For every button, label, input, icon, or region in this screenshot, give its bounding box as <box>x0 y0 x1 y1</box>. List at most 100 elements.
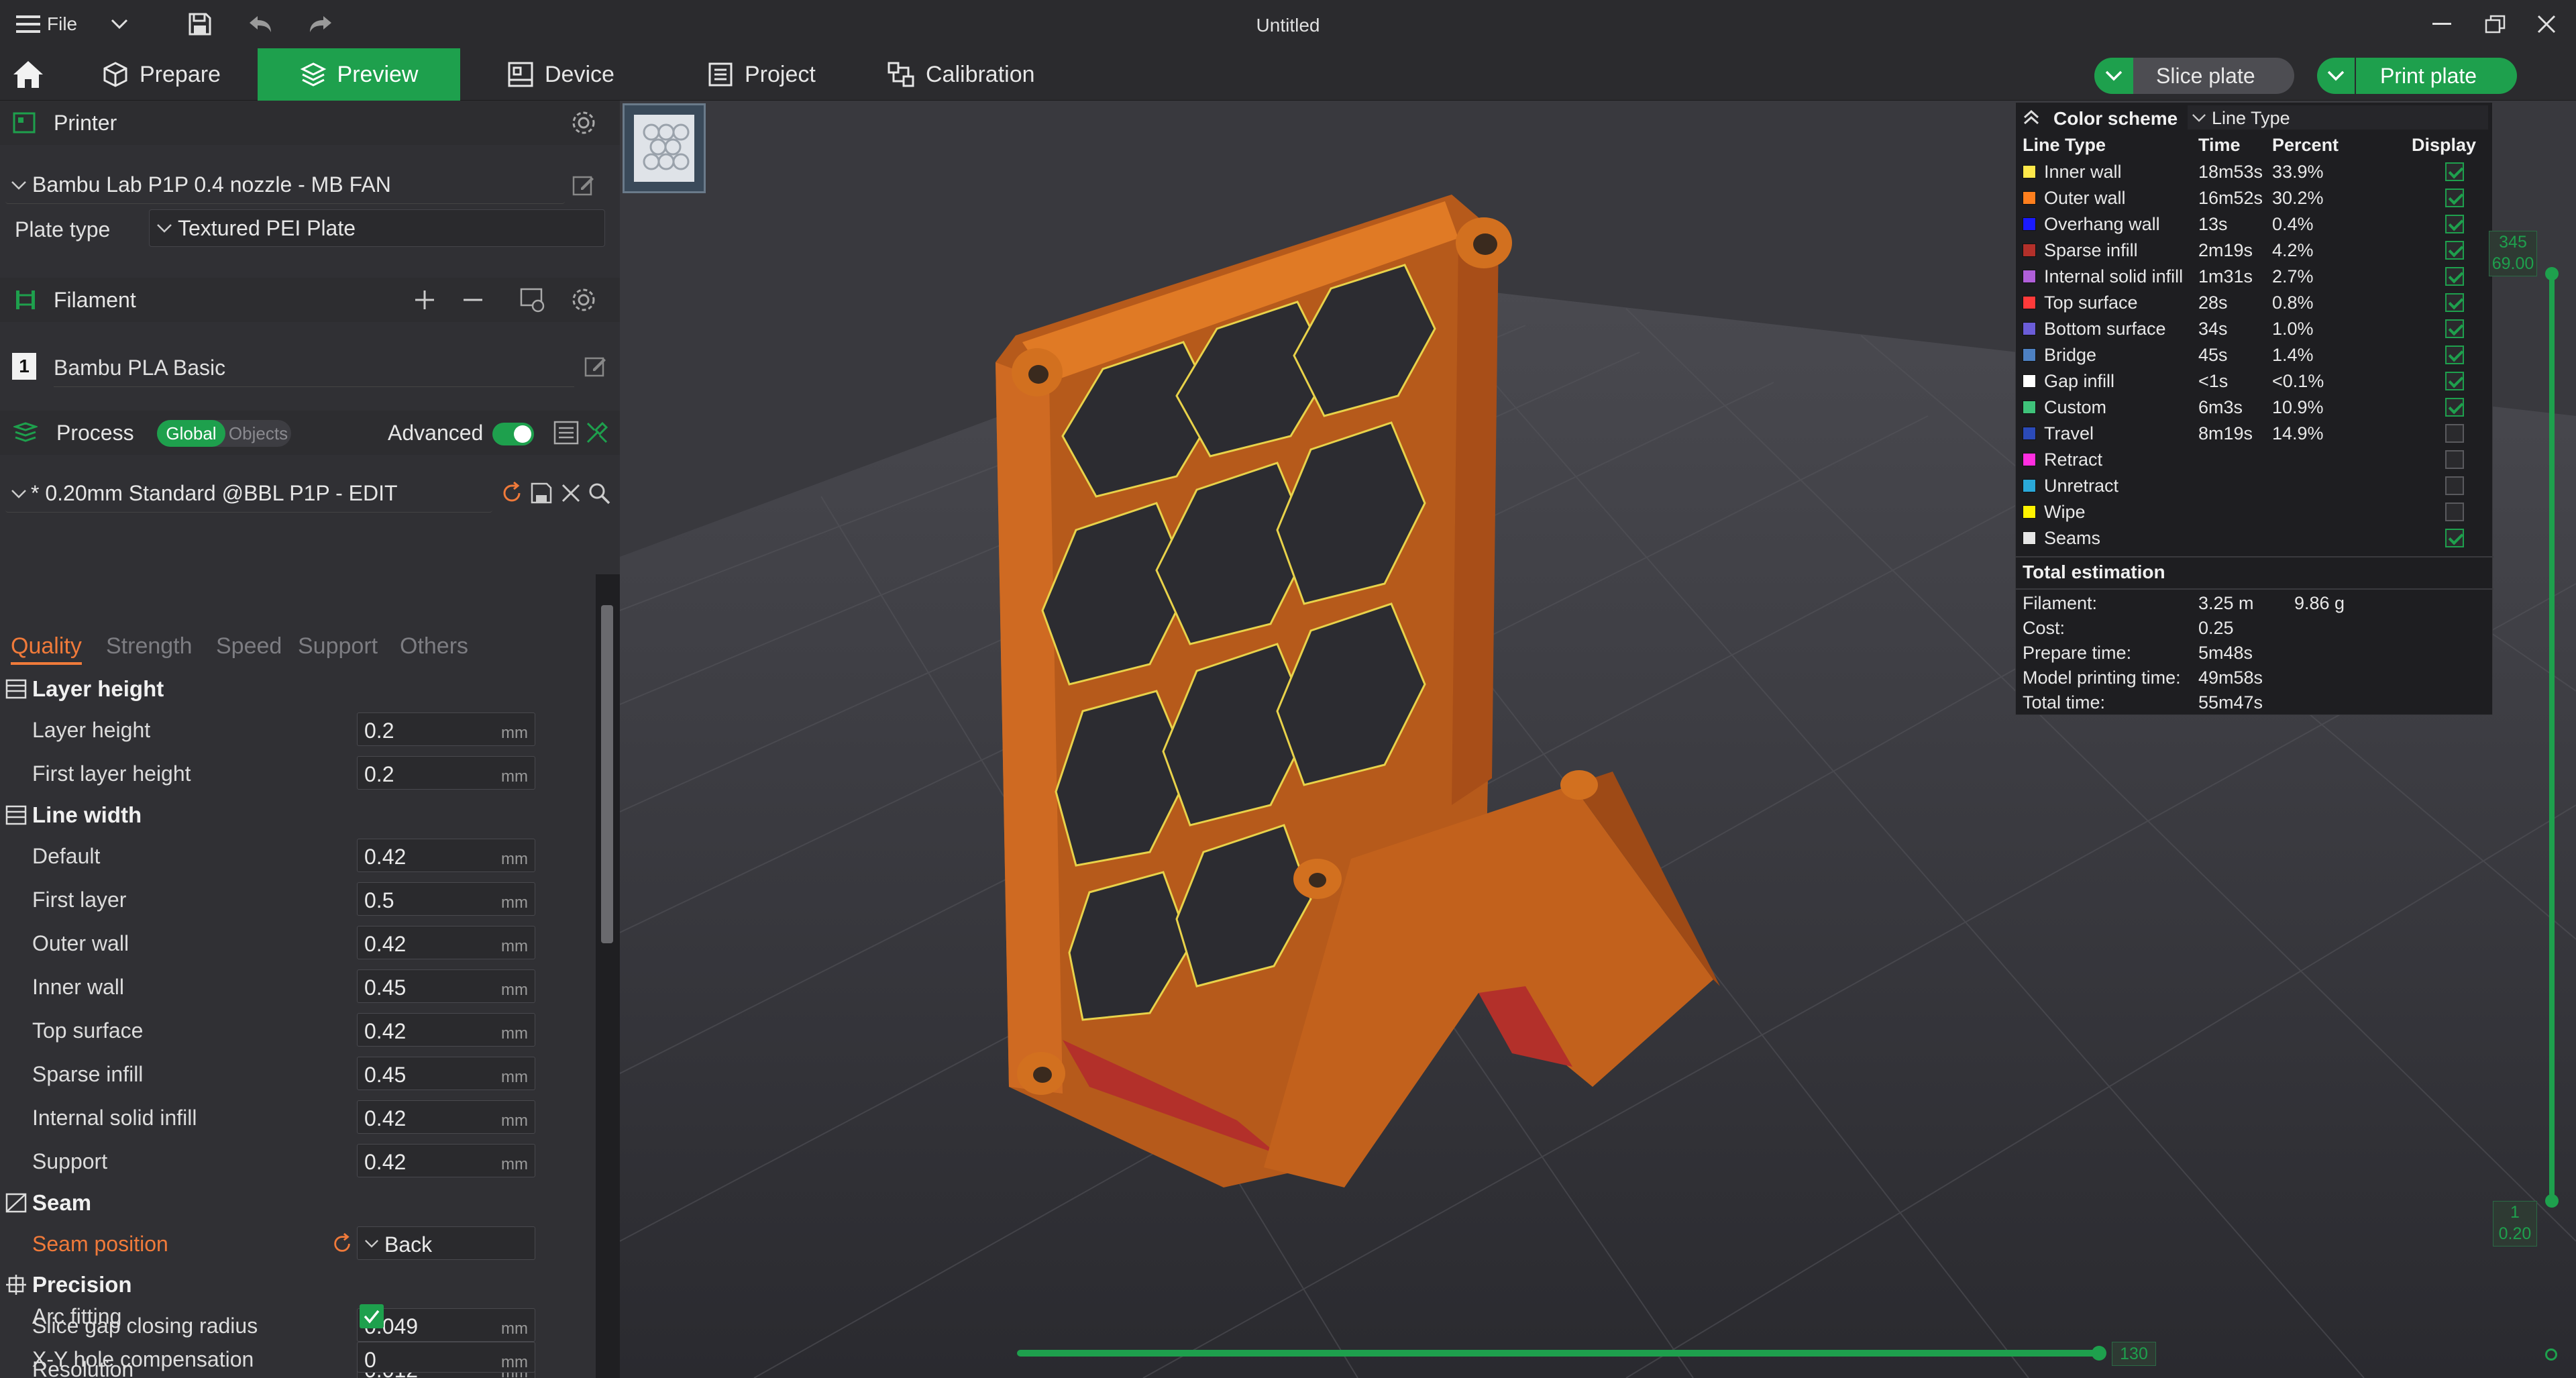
group-precision: Precision <box>5 1272 132 1297</box>
slice-options-chevron-icon[interactable] <box>2094 58 2133 94</box>
redo-icon[interactable] <box>306 0 335 48</box>
file-menu[interactable]: File <box>47 0 77 48</box>
remove-filament-icon[interactable] <box>462 288 484 311</box>
chevron-down-icon <box>365 1240 378 1248</box>
layer-slider-bottom-label: 1 0.20 <box>2493 1201 2537 1247</box>
arc-fitting-checkbox[interactable] <box>360 1304 384 1328</box>
chevron-down-icon[interactable] <box>106 0 133 48</box>
color-scheme-value: Line Type <box>2212 108 2290 128</box>
legend-display-checkbox[interactable] <box>2445 162 2464 181</box>
search-icon[interactable] <box>588 482 610 505</box>
close-icon[interactable] <box>2520 0 2573 48</box>
line-width-top-surface-input[interactable]: 0.42 mm <box>357 1013 535 1047</box>
filament-section-header: Filament <box>0 278 620 322</box>
tab-prepare[interactable]: Prepare <box>102 48 221 101</box>
undo-icon[interactable] <box>246 0 275 48</box>
legend-display-checkbox[interactable] <box>2445 215 2464 233</box>
process-preset-select[interactable]: * 0.20mm Standard @BBL P1P - EDIT <box>5 475 492 513</box>
print-options-chevron-icon[interactable] <box>2317 58 2356 94</box>
add-filament-icon[interactable] <box>413 288 436 311</box>
save-icon[interactable] <box>185 0 215 48</box>
legend-swatch <box>2023 479 2036 492</box>
tab-project[interactable]: Project <box>707 48 816 101</box>
subtab-strength[interactable]: Strength <box>106 633 193 659</box>
global-objects-toggle[interactable]: Global Objects <box>157 420 291 447</box>
line-width-support-input[interactable]: 0.42 mm <box>357 1144 535 1177</box>
legend-display-checkbox[interactable] <box>2445 424 2464 443</box>
filament-icon <box>16 290 35 309</box>
objects-option[interactable]: Objects <box>225 420 291 447</box>
collapse-legend-icon[interactable] <box>2023 109 2040 125</box>
legend-swatch <box>2023 531 2036 545</box>
minimize-icon[interactable] <box>2415 0 2469 48</box>
seam-position-select[interactable]: Back <box>357 1226 535 1260</box>
col-line-type: Line Type <box>2023 135 2106 155</box>
tools-icon[interactable] <box>585 421 609 445</box>
hamburger-menu-icon[interactable] <box>15 0 42 48</box>
line-width-inner-wall-input[interactable]: 0.45 mm <box>357 969 535 1003</box>
compare-presets-icon[interactable] <box>553 420 580 445</box>
restore-icon[interactable] <box>2469 0 2522 48</box>
legend-display-checkbox[interactable] <box>2445 398 2464 417</box>
legend-display-checkbox[interactable] <box>2445 267 2464 286</box>
line-width-internal-solid-input[interactable]: 0.42 mm <box>357 1100 535 1134</box>
subtab-quality[interactable]: Quality <box>11 633 82 665</box>
tab-device[interactable]: Device <box>507 48 614 101</box>
global-option[interactable]: Global <box>157 420 225 447</box>
slice-plate-button[interactable]: Slice plate <box>2094 58 2294 94</box>
layer-slider-bottom-handle[interactable] <box>2545 1194 2559 1208</box>
first-layer-height-input[interactable]: 0.2 mm <box>357 756 535 790</box>
legend-display-checkbox[interactable] <box>2445 476 2464 495</box>
file-menu-label: File <box>47 13 78 34</box>
xy-hole-compensation-input[interactable]: 0 mm <box>357 1342 535 1373</box>
legend-header: Color scheme Line Type <box>2016 103 2493 132</box>
legend-display-checkbox[interactable] <box>2445 502 2464 521</box>
color-scheme-select[interactable]: Line Type <box>2188 105 2488 129</box>
settings-scrollbar-thumb[interactable] <box>601 605 613 943</box>
save-preset-icon[interactable] <box>530 482 553 505</box>
subtab-speed[interactable]: Speed <box>216 633 282 659</box>
edit-printer-icon[interactable] <box>572 173 596 197</box>
home-icon[interactable] <box>12 48 47 101</box>
layer-slider-settings-icon[interactable] <box>2545 1348 2557 1361</box>
settings-scrollbar-track[interactable] <box>596 574 620 1378</box>
legend-display-checkbox[interactable] <box>2445 450 2464 469</box>
delete-preset-icon[interactable] <box>561 483 581 503</box>
layer-slider-top-handle[interactable] <box>2545 267 2559 280</box>
filament-slot-badge[interactable]: 1 <box>12 353 36 380</box>
layer-slider-track[interactable] <box>2549 271 2555 1202</box>
legend-display-checkbox[interactable] <box>2445 372 2464 390</box>
subtab-support[interactable]: Support <box>298 633 378 659</box>
plate-type-select[interactable]: Textured PEI Plate <box>149 209 605 247</box>
tab-calibration[interactable]: Calibration <box>887 48 1035 101</box>
line-width-outer-wall-input[interactable]: 0.42 mm <box>357 926 535 959</box>
reset-preset-icon[interactable] <box>500 482 523 505</box>
tab-preview[interactable]: Preview <box>258 48 460 101</box>
legend-display-checkbox[interactable] <box>2445 241 2464 260</box>
legend-display-checkbox[interactable] <box>2445 346 2464 364</box>
move-slider-handle[interactable] <box>2092 1346 2106 1361</box>
gear-icon[interactable] <box>570 286 597 313</box>
legend-display-checkbox[interactable] <box>2445 189 2464 207</box>
legend-row-time: 28s <box>2198 293 2228 313</box>
legend-display-checkbox[interactable] <box>2445 293 2464 312</box>
gear-icon[interactable] <box>570 109 597 136</box>
reset-seam-icon[interactable] <box>331 1233 353 1255</box>
print-plate-button[interactable]: Print plate <box>2317 58 2517 94</box>
printer-preset-select[interactable]: Bambu Lab P1P 0.4 nozzle - MB FAN <box>5 166 565 204</box>
legend-swatch <box>2023 270 2036 283</box>
line-width-default-input[interactable]: 0.42 mm <box>357 839 535 872</box>
layer-height-input[interactable]: 0.2 mm <box>357 712 535 746</box>
sync-filament-icon[interactable] <box>519 287 546 313</box>
legend-display-checkbox[interactable] <box>2445 319 2464 338</box>
line-width-sparse-infill-input[interactable]: 0.45 mm <box>357 1057 535 1090</box>
subtab-others[interactable]: Others <box>400 633 468 659</box>
line-width-first-layer-input[interactable]: 0.5 mm <box>357 882 535 916</box>
filament-name[interactable]: Bambu PLA Basic <box>54 356 225 380</box>
edit-filament-icon[interactable] <box>584 354 608 378</box>
advanced-toggle[interactable] <box>492 423 534 445</box>
plate-thumbnail[interactable] <box>623 103 706 193</box>
legend-display-checkbox[interactable] <box>2445 529 2464 547</box>
legend-row-time: 8m19s <box>2198 423 2253 443</box>
move-slider-track[interactable] <box>1017 1350 2102 1357</box>
